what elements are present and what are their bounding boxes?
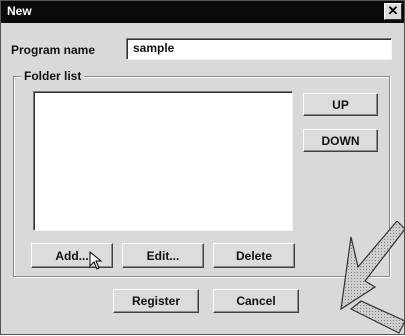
up-button[interactable]: UP: [303, 93, 378, 116]
down-button[interactable]: DOWN: [303, 129, 378, 152]
folder-list-label: Folder list: [21, 69, 85, 83]
window-title: New: [7, 4, 32, 18]
callout-arrow-icon: [340, 221, 405, 334]
register-button[interactable]: Register: [113, 289, 199, 313]
close-button[interactable]: ✕: [384, 3, 402, 20]
new-dialog: New ✕ Program name sample Folder list UP…: [0, 0, 405, 335]
mouse-pointer-icon: [89, 251, 103, 270]
close-icon: ✕: [387, 3, 399, 18]
program-name-input[interactable]: sample: [126, 38, 392, 60]
cancel-button[interactable]: Cancel: [213, 289, 299, 313]
program-name-value: sample: [133, 41, 175, 55]
title-bar[interactable]: New ✕: [1, 1, 404, 23]
delete-button[interactable]: Delete: [213, 243, 295, 268]
program-name-label: Program name: [11, 43, 96, 57]
edit-button[interactable]: Edit...: [122, 243, 204, 268]
folder-listbox[interactable]: [33, 91, 293, 231]
